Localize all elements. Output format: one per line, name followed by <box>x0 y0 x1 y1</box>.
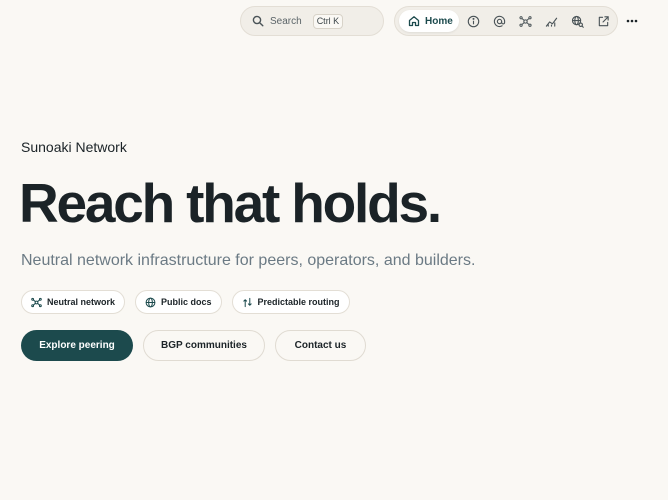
search-shortcut: Ctrl K <box>312 13 344 29</box>
chip-neutral-network: Neutral network <box>21 290 126 314</box>
globe-icon <box>145 297 156 308</box>
bgp-communities-button[interactable]: BGP communities <box>143 330 265 361</box>
network-icon <box>31 297 42 308</box>
chip-label: Neutral network <box>47 297 116 307</box>
page-title: Reach that holds. <box>19 172 442 234</box>
nav-home-label: Home <box>425 15 453 27</box>
main-nav: Home <box>394 6 618 36</box>
external-link-icon <box>598 15 609 26</box>
chip-label: Public docs <box>161 297 212 307</box>
nav-looking-glass[interactable] <box>564 10 590 32</box>
chart-icon <box>545 17 557 27</box>
chip-public-docs: Public docs <box>135 290 222 314</box>
network-icon <box>518 15 532 27</box>
contact-us-button[interactable]: Contact us <box>275 330 366 361</box>
page-subtitle: Neutral network infrastructure for peers… <box>21 252 476 269</box>
search-button[interactable]: Search Ctrl K <box>240 6 384 36</box>
nav-external[interactable] <box>590 10 616 32</box>
nav-stats[interactable] <box>538 10 564 32</box>
more-icon <box>626 19 638 23</box>
nav-home-tab[interactable]: Home <box>399 10 459 32</box>
search-label: Search <box>270 15 302 27</box>
at-sign-icon <box>493 15 505 27</box>
search-icon <box>252 15 264 27</box>
feature-chips: Neutral network Public docs Predictable … <box>21 290 350 314</box>
explore-peering-button[interactable]: Explore peering <box>21 330 133 361</box>
globe-search-icon <box>571 15 584 28</box>
nav-about[interactable] <box>460 10 486 32</box>
nav-network[interactable] <box>512 10 538 32</box>
hero-actions: Explore peering BGP communities Contact … <box>21 330 366 361</box>
more-menu-button[interactable] <box>622 11 642 31</box>
home-icon <box>408 16 420 27</box>
nav-contact[interactable] <box>486 10 512 32</box>
routing-icon <box>242 297 253 308</box>
info-icon <box>467 15 479 27</box>
chip-label: Predictable routing <box>257 297 340 307</box>
chip-predictable-routing: Predictable routing <box>231 290 350 314</box>
brand-eyebrow: Sunoaki Network <box>21 139 127 155</box>
